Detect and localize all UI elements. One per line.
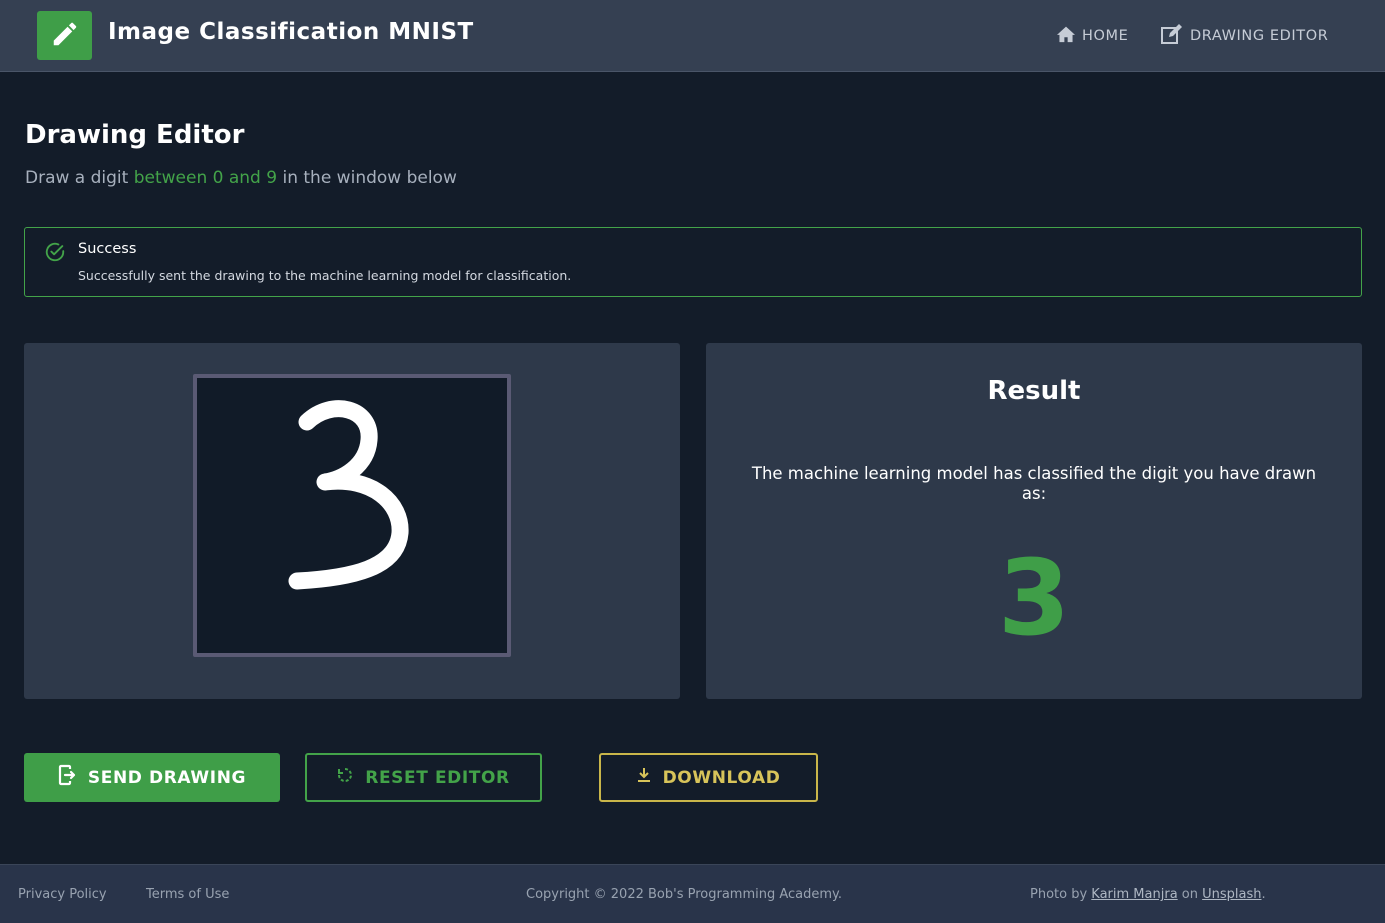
send-icon xyxy=(58,764,76,791)
drawing-canvas[interactable] xyxy=(193,374,511,657)
download-label: DOWNLOAD xyxy=(662,767,781,788)
copyright-text: Copyright © 2022 Bob's Programming Acade… xyxy=(526,887,843,902)
home-icon xyxy=(1056,25,1076,47)
photo-credit: Photo by Karim Manjra on Unsplash. xyxy=(1030,887,1266,902)
page-footer: Privacy Policy Terms of Use Copyright © … xyxy=(0,864,1385,923)
result-panel: Result The machine learning model has cl… xyxy=(706,343,1362,699)
unsplash-link[interactable]: Unsplash xyxy=(1202,887,1261,902)
result-description: The machine learning model has classifie… xyxy=(751,464,1317,503)
reset-editor-label: RESET EDITOR xyxy=(365,767,510,788)
edit-icon xyxy=(1160,23,1184,49)
result-digit: 3 xyxy=(997,537,1071,659)
download-icon xyxy=(637,767,651,788)
subtitle-highlight: between 0 and 9 xyxy=(133,168,278,188)
app-header: Image Classification MNIST HOME DRAWING … xyxy=(0,0,1385,72)
nav-drawing-editor[interactable]: DRAWING EDITOR xyxy=(1160,24,1328,48)
subtitle-pre: Draw a digit xyxy=(25,168,134,188)
app-logo[interactable] xyxy=(37,11,92,60)
check-circle-icon xyxy=(44,241,66,267)
nav-home[interactable]: HOME xyxy=(1056,24,1128,48)
photo-author-link[interactable]: Karim Manjra xyxy=(1091,887,1177,902)
result-title: Result xyxy=(987,376,1081,406)
drawing-panel xyxy=(24,343,680,699)
nav-home-label: HOME xyxy=(1082,28,1129,44)
reset-editor-button[interactable]: RESET EDITOR xyxy=(305,753,542,802)
success-alert: Success Successfully sent the drawing to… xyxy=(24,227,1362,297)
send-drawing-button[interactable]: SEND DRAWING xyxy=(24,753,280,802)
photo-credit-post: . xyxy=(1261,887,1266,902)
alert-message: Successfully sent the drawing to the mac… xyxy=(78,268,572,283)
photo-credit-mid: on xyxy=(1177,887,1203,902)
pencil-icon xyxy=(50,19,80,53)
page-title: Drawing Editor xyxy=(25,120,245,150)
app-title: Image Classification MNIST xyxy=(108,19,474,45)
page-subtitle: Draw a digit between 0 and 9 in the wind… xyxy=(25,168,457,188)
terms-of-use-link[interactable]: Terms of Use xyxy=(146,887,229,902)
nav-editor-label: DRAWING EDITOR xyxy=(1190,28,1329,44)
reset-icon xyxy=(337,767,353,788)
photo-credit-pre: Photo by xyxy=(1030,887,1092,902)
privacy-policy-link[interactable]: Privacy Policy xyxy=(18,887,107,902)
subtitle-post: in the window below xyxy=(277,168,457,188)
download-button[interactable]: DOWNLOAD xyxy=(599,753,818,802)
alert-title: Success xyxy=(78,241,137,257)
drawn-digit-stroke xyxy=(288,400,409,590)
send-drawing-label: SEND DRAWING xyxy=(87,767,247,788)
